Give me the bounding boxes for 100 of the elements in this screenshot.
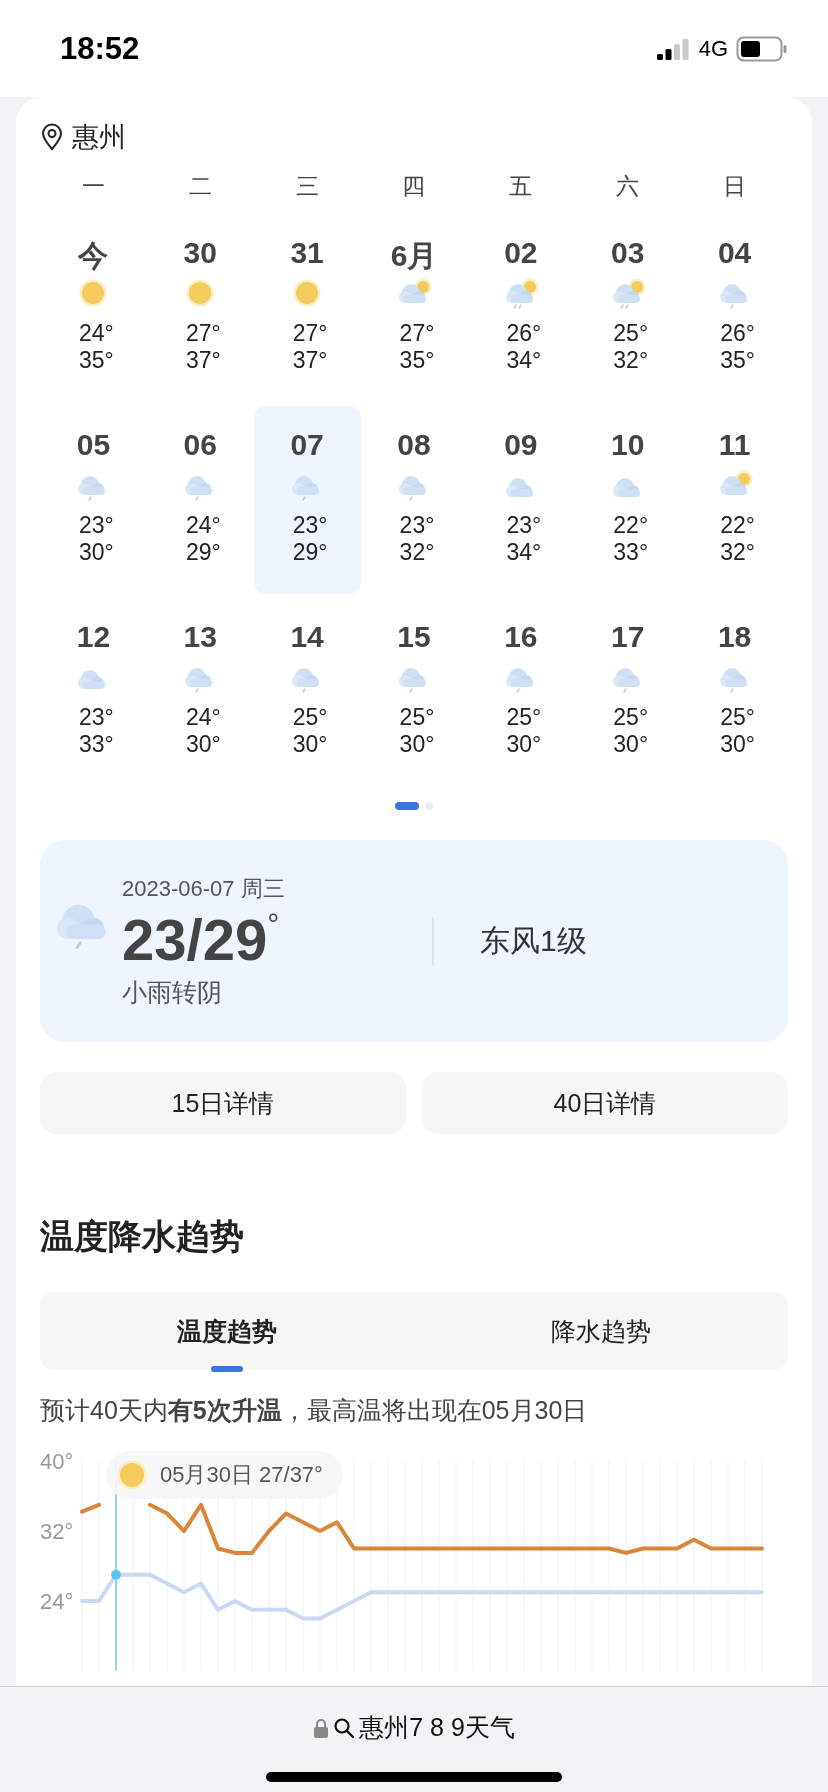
day-date: 09 — [504, 428, 538, 463]
low-temperature: 24° — [184, 512, 221, 539]
day-cell[interactable]: 11 22° 32° — [681, 406, 788, 594]
day-date: 07 — [290, 428, 324, 463]
detail-date: 2023-06-07 周三 — [122, 874, 286, 903]
address-text[interactable]: 惠州7 8 9天气 — [359, 1711, 515, 1744]
city-name: 惠州 — [72, 121, 126, 154]
weekday-label: 二 — [188, 172, 212, 201]
day-date: 14 — [290, 620, 324, 655]
low-temperature: 25° — [612, 320, 649, 347]
high-temperature: 37° — [291, 347, 328, 374]
day-cell[interactable]: 16 25° 30° — [467, 598, 575, 786]
high-temperature: 30° — [398, 731, 435, 758]
day-date: 16 — [504, 620, 538, 655]
high-temperature: 32° — [398, 539, 435, 566]
detail-weather: 小雨转阴 — [122, 976, 223, 1008]
low-temperature: 23° — [291, 512, 328, 539]
trend-tab[interactable]: 温度趋势 — [40, 1292, 414, 1370]
day-cell[interactable]: 30 27° 37° — [146, 214, 254, 402]
day-cell[interactable]: 18 25° 30° — [681, 598, 788, 786]
status-time: 18:52 — [60, 30, 140, 67]
low-temperature: 22° — [719, 512, 755, 539]
day-cell[interactable]: 12 23° 33° — [40, 598, 147, 786]
low-temperature: 25° — [505, 704, 542, 731]
day-date: 03 — [611, 236, 645, 271]
day-cell[interactable]: 05 23° 30° — [40, 406, 147, 594]
high-temperature: 35° — [78, 347, 114, 374]
location-pin-icon — [40, 123, 64, 151]
low-temperature: 27° — [184, 320, 221, 347]
low-temperature: 22° — [612, 512, 649, 539]
details-button[interactable]: 40日详情 — [422, 1072, 788, 1134]
low-temperature: 25° — [719, 704, 755, 731]
day-date: 08 — [397, 428, 431, 463]
day-cell[interactable]: 02 26° 34° — [467, 214, 575, 402]
day-date: 13 — [183, 620, 217, 655]
day-date: 30 — [183, 236, 217, 271]
high-temperature: 32° — [612, 347, 649, 374]
high-temperature: 30° — [184, 731, 221, 758]
high-temperature: 30° — [719, 731, 755, 758]
day-date: 02 — [504, 236, 538, 271]
details-button[interactable]: 15日详情 — [40, 1072, 406, 1134]
high-temperature: 30° — [505, 731, 542, 758]
day-cell[interactable]: 今 24° 35° — [40, 214, 147, 402]
low-temperature: 23° — [78, 704, 114, 731]
high-temperature: 37° — [184, 347, 221, 374]
day-cell[interactable]: 06 24° 29° — [146, 406, 254, 594]
low-temperature: 25° — [612, 704, 649, 731]
day-cell[interactable]: 17 25° 30° — [574, 598, 682, 786]
low-temperature: 23° — [505, 512, 542, 539]
day-date: 31 — [290, 236, 324, 271]
day-date: 15 — [397, 620, 431, 655]
high-temperature: 30° — [78, 539, 114, 566]
search-icon — [333, 1716, 356, 1739]
day-cell[interactable]: 04 26° 35° — [681, 214, 788, 402]
low-temperature: 27° — [398, 320, 435, 347]
day-cell[interactable]: 10 22° 33° — [574, 406, 682, 594]
weekday-label: 五 — [509, 172, 533, 201]
trend-tab[interactable]: 降水趋势 — [414, 1292, 788, 1370]
high-temperature: 34° — [505, 539, 542, 566]
low-temperature: 25° — [291, 704, 328, 731]
high-temperature: 33° — [78, 731, 114, 758]
low-temperature: 23° — [78, 512, 114, 539]
point-marker — [111, 1569, 121, 1580]
axis-label: 40° — [40, 1451, 74, 1474]
day-cell[interactable]: 13 24° 30° — [146, 598, 254, 786]
network-label: 4G — [698, 35, 728, 62]
day-cell[interactable]: 31 27° 37° — [253, 214, 361, 402]
axis-label: 24° — [40, 1589, 74, 1614]
selected-day[interactable]: 07 23° 29° — [253, 406, 361, 594]
high-temperature: 30° — [291, 731, 328, 758]
day-cell[interactable]: 15 25° 30° — [360, 598, 468, 786]
day-date: 6月 — [390, 238, 438, 274]
tooltip-text: 05月30日 27/37° — [160, 1461, 323, 1489]
low-temperature: 25° — [398, 704, 435, 731]
low-temperature: 23° — [398, 512, 435, 539]
day-date: 12 — [76, 620, 111, 655]
weekday-label: 三 — [295, 172, 319, 201]
day-cell[interactable]: 08 23° 32° — [360, 406, 468, 594]
low-temperature: 26° — [719, 320, 755, 347]
detail-wind: 东风1级 — [480, 922, 587, 959]
day-cell[interactable]: 09 23° 34° — [467, 406, 575, 594]
high-temperature: 33° — [612, 539, 649, 566]
day-date: 11 — [718, 428, 751, 463]
day-date: 10 — [611, 428, 645, 463]
low-temperature: 24° — [78, 320, 114, 347]
lock-icon — [313, 1716, 330, 1739]
low-temperature: 26° — [505, 320, 542, 347]
day-cell[interactable]: 6月 27° 35° — [360, 214, 468, 402]
day-date: 04 — [717, 236, 752, 271]
high-temperature: 29° — [291, 539, 328, 566]
high-temperature: 30° — [612, 731, 649, 758]
high-temperature: 35° — [398, 347, 435, 374]
day-cell[interactable]: 14 25° 30° — [253, 598, 361, 786]
day-date: 05 — [76, 428, 111, 463]
high-temperature: 32° — [719, 539, 755, 566]
section-title: 温度降水趋势 — [40, 1216, 245, 1257]
day-cell[interactable]: 03 25° 32° — [574, 214, 682, 402]
weekday-label: 四 — [402, 172, 426, 201]
weekday-label: 日 — [723, 172, 747, 201]
day-date: 06 — [183, 428, 217, 463]
